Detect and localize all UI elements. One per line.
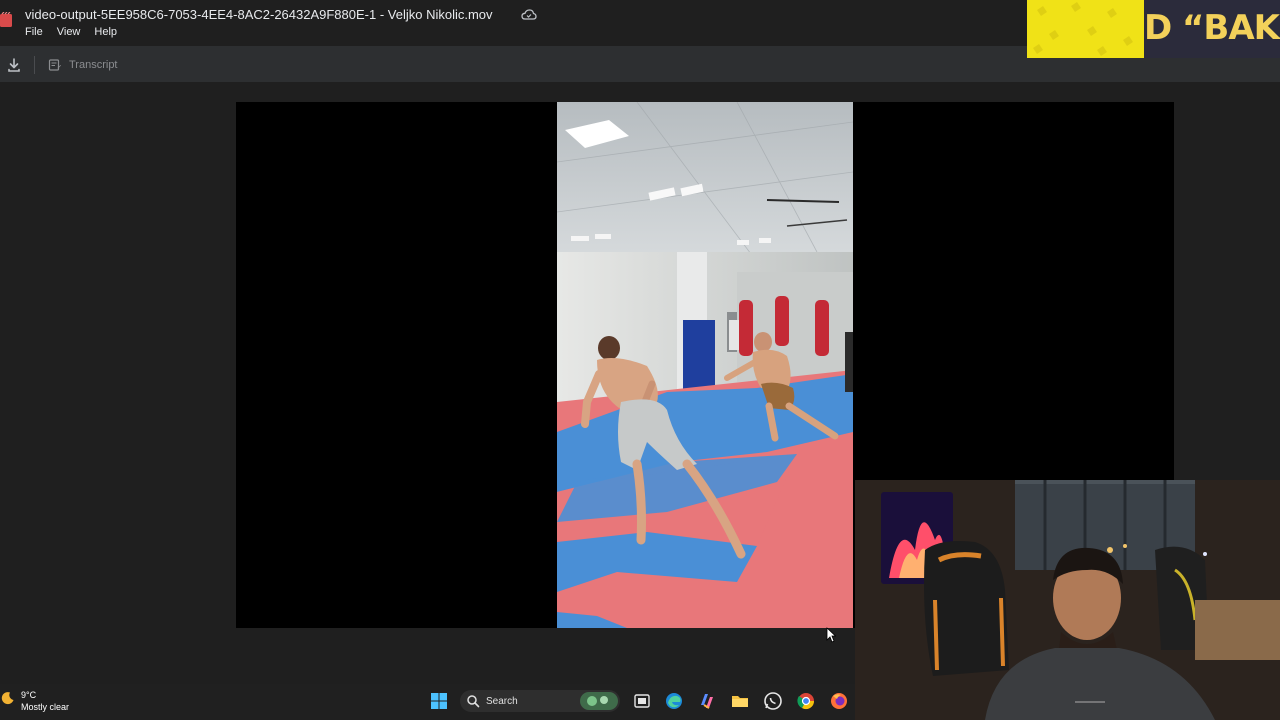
- video-viewer-app: video-output-5EE958C6-7053-4EE4-8AC2-264…: [0, 0, 1280, 720]
- download-icon[interactable]: [4, 55, 24, 75]
- menu-view[interactable]: View: [57, 26, 81, 38]
- video-file-icon: [0, 12, 12, 27]
- taskbar-search-box[interactable]: Search: [460, 690, 620, 712]
- transcript-button[interactable]: Transcript: [48, 55, 118, 75]
- file-explorer-icon[interactable]: [730, 691, 750, 711]
- whatsapp-icon[interactable]: [763, 691, 783, 711]
- copilot-icon[interactable]: [697, 691, 717, 711]
- weather-condition[interactable]: Mostly clear: [21, 702, 69, 712]
- transcript-label: Transcript: [69, 59, 118, 71]
- search-label: Search: [486, 695, 518, 707]
- banner-text: D “BAKA”: [1144, 8, 1280, 48]
- streamer-webcam-image: [855, 480, 1280, 720]
- banner-graphic: [1027, 0, 1144, 58]
- windows-start-icon[interactable]: [429, 691, 449, 711]
- menu-file[interactable]: File: [25, 26, 43, 38]
- search-highlight-icon: [580, 692, 618, 710]
- streamer-name-banner: D “BAKA”: [1027, 0, 1280, 58]
- document-title: video-output-5EE958C6-7053-4EE4-8AC2-264…: [25, 7, 493, 22]
- search-icon: [467, 695, 480, 708]
- weather-moon-icon: [1, 692, 14, 705]
- gym-sparring-scene: [557, 102, 853, 628]
- chrome-browser-icon[interactable]: [796, 691, 816, 711]
- weather-temperature[interactable]: 9°C: [21, 690, 36, 700]
- webcam-overlay: [855, 480, 1280, 720]
- cloud-saved-icon[interactable]: [521, 8, 537, 22]
- taskbar: [0, 684, 855, 720]
- toolbar-divider: [34, 56, 35, 74]
- video-frame-image: [557, 102, 853, 628]
- menu-help[interactable]: Help: [94, 26, 117, 38]
- mouse-cursor-icon: [826, 627, 836, 643]
- task-view-icon[interactable]: [632, 691, 652, 711]
- transcript-icon: [48, 59, 61, 71]
- menu-bar: File View Help: [25, 26, 117, 38]
- firefox-browser-icon[interactable]: [829, 691, 849, 711]
- edge-browser-icon[interactable]: [664, 691, 684, 711]
